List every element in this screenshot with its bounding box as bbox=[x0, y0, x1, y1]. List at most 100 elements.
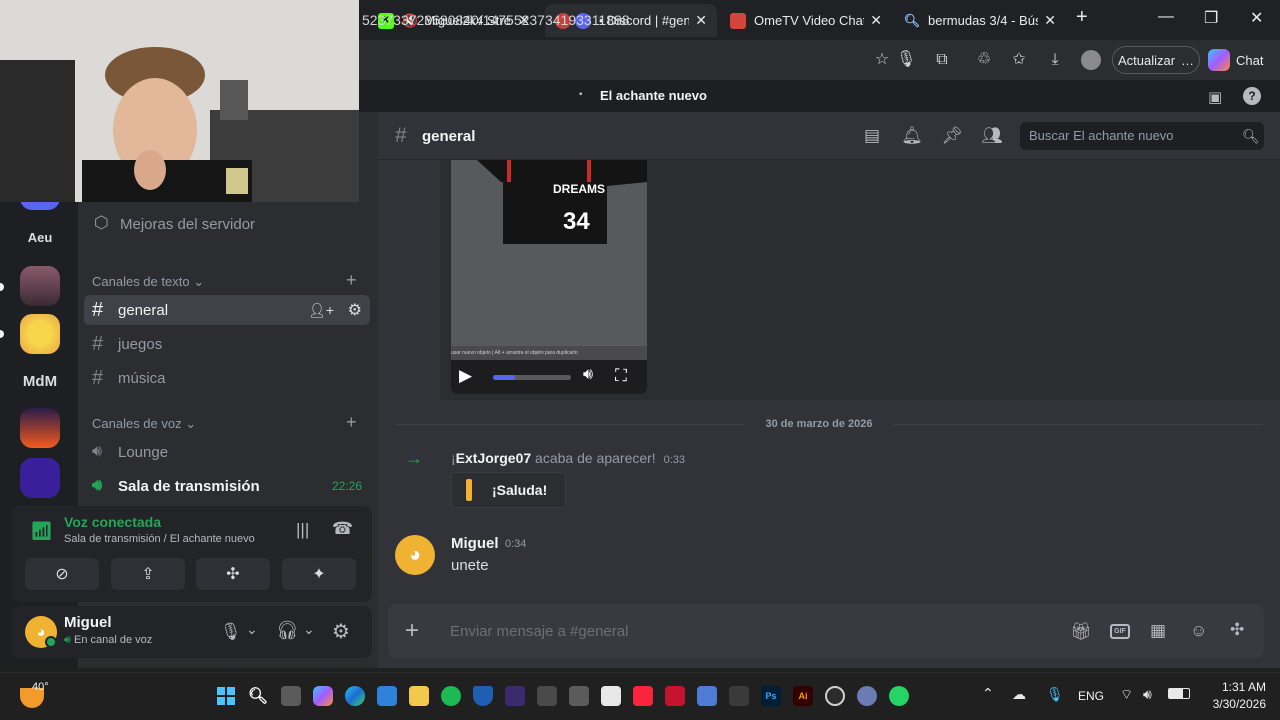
bell-icon[interactable]: 🔔︎ bbox=[901, 126, 923, 148]
threads-icon[interactable]: ▤ bbox=[861, 126, 883, 148]
chevron-down-icon[interactable]: ⌄ bbox=[246, 621, 258, 638]
defender-icon[interactable] bbox=[473, 686, 493, 706]
search-icon[interactable]: 🔍︎ bbox=[248, 686, 268, 706]
inbox-icon[interactable]: ▣ bbox=[1208, 88, 1222, 106]
gift-icon[interactable]: 🎁︎ bbox=[1070, 622, 1092, 642]
server-avatar-4[interactable] bbox=[20, 458, 60, 498]
join-username[interactable]: ExtJorge07 bbox=[456, 450, 531, 466]
mute-mic-icon[interactable]: 🎙︎ bbox=[220, 622, 242, 642]
volume-icon[interactable]: 🔊︎ bbox=[1143, 686, 1152, 703]
members-icon[interactable]: 👥︎ bbox=[981, 126, 1003, 148]
spotify-icon[interactable] bbox=[441, 686, 461, 706]
server-boosts[interactable]: Mejoras del servidor bbox=[120, 216, 255, 233]
avatar[interactable]: ◕ bbox=[395, 535, 435, 575]
user-settings-icon[interactable]: ⚙ bbox=[332, 619, 350, 644]
channel-musica[interactable]: # música bbox=[84, 363, 370, 393]
server-aeu[interactable]: Aeu bbox=[20, 217, 60, 257]
chevron-up-icon[interactable]: ⌃ bbox=[982, 685, 994, 702]
wave-button[interactable]: ¡Saluda! bbox=[451, 472, 566, 508]
task-view-icon[interactable] bbox=[281, 686, 301, 706]
close-icon[interactable]: ✕ bbox=[695, 12, 707, 29]
whatsapp-icon[interactable] bbox=[889, 686, 909, 706]
message-author[interactable]: Miguel bbox=[451, 535, 499, 552]
store-icon[interactable] bbox=[377, 686, 397, 706]
download-icon[interactable]: ⤓ bbox=[1045, 50, 1065, 70]
performance-icon[interactable]: ♲ bbox=[974, 50, 994, 70]
new-tab-button[interactable]: + bbox=[1076, 6, 1088, 29]
channel-sala-transmision[interactable]: 🔊︎ Sala de transmisión 22:26 bbox=[84, 471, 370, 501]
text-category[interactable]: Canales de texto ⌄ bbox=[92, 274, 204, 290]
emoji-icon[interactable]: ☺ bbox=[1190, 621, 1207, 641]
file-explorer-icon[interactable] bbox=[409, 686, 429, 706]
server-avatar-3[interactable] bbox=[20, 408, 60, 448]
screen-share-button[interactable]: ⇪ bbox=[111, 558, 185, 590]
minimize-icon[interactable]: — bbox=[1158, 8, 1174, 26]
photoshop-icon[interactable]: Ps bbox=[761, 686, 781, 706]
start-icon[interactable] bbox=[216, 686, 236, 706]
close-icon[interactable]: ✕ bbox=[1044, 12, 1056, 29]
onedrive-icon[interactable]: ☁ bbox=[1012, 686, 1026, 703]
signal-icon[interactable]: 📶︎ bbox=[30, 521, 53, 542]
music-icon[interactable] bbox=[633, 686, 653, 706]
chevron-down-icon[interactable]: ⌄ bbox=[303, 621, 315, 638]
attach-plus-icon[interactable]: + bbox=[405, 617, 419, 645]
battery-icon[interactable] bbox=[1168, 688, 1190, 699]
illustrator-icon[interactable]: Ai bbox=[793, 686, 813, 706]
edge-icon[interactable] bbox=[345, 686, 365, 706]
gif-icon[interactable]: GIF bbox=[1110, 624, 1130, 639]
disconnect-icon[interactable]: ☎ bbox=[332, 519, 353, 539]
message-input[interactable]: Enviar mensaje a #general bbox=[450, 623, 628, 640]
wifi-icon[interactable]: ⌔ bbox=[1120, 686, 1133, 704]
soundboard-button[interactable]: ✦ bbox=[282, 558, 356, 590]
search-input[interactable]: Buscar El achante nuevo bbox=[1020, 122, 1264, 150]
app-icon-2[interactable] bbox=[537, 686, 557, 706]
activities-button[interactable]: ✣ bbox=[196, 558, 270, 590]
language-indicator[interactable]: ENG bbox=[1078, 689, 1104, 703]
noise-suppression-icon[interactable]: ||| bbox=[296, 520, 309, 540]
server-avatar-1[interactable] bbox=[20, 266, 60, 306]
clock-date[interactable]: 3/30/2026 bbox=[1196, 697, 1266, 711]
microphone-icon[interactable]: 🎙︎ bbox=[1046, 686, 1064, 703]
channel-general[interactable]: # general 👤︎+ ⚙ bbox=[84, 295, 370, 325]
notepad-icon[interactable] bbox=[601, 686, 621, 706]
voice-location[interactable]: Sala de transmisión / El achante nuevo bbox=[64, 533, 255, 545]
pin-icon[interactable]: 📌︎ bbox=[941, 126, 963, 148]
voice-category[interactable]: Canales de voz ⌄ bbox=[92, 416, 196, 432]
copilot-chat-button[interactable]: Chat bbox=[1208, 46, 1272, 74]
volume-icon[interactable]: 🔊︎ bbox=[583, 366, 593, 384]
favorites-icon[interactable]: ✩ bbox=[1009, 50, 1029, 70]
app-icon-3[interactable] bbox=[569, 686, 589, 706]
invite-icon[interactable]: 👤︎+ bbox=[308, 302, 334, 319]
channel-lounge[interactable]: 🔊︎ Lounge bbox=[84, 437, 370, 467]
headphones-icon[interactable]: 🎧︎ bbox=[276, 620, 299, 641]
add-channel-icon[interactable]: + bbox=[346, 270, 357, 291]
add-channel-icon[interactable]: + bbox=[346, 412, 357, 433]
tab-search[interactable]: 🔍︎ bermudas 3/4 - Búsq ✕ bbox=[894, 4, 1066, 37]
netflix-icon[interactable] bbox=[665, 686, 685, 706]
sticker-icon[interactable]: ▦ bbox=[1150, 621, 1166, 641]
apps-icon[interactable]: ✣ bbox=[1230, 620, 1244, 640]
username[interactable]: Miguel bbox=[64, 614, 112, 631]
clock-time[interactable]: 1:31 AM bbox=[1206, 680, 1266, 694]
camera-off-button[interactable]: ⊘ bbox=[25, 558, 99, 590]
close-window-icon[interactable]: ✕ bbox=[1250, 8, 1263, 28]
tab-ometv[interactable]: OmeTV Video Chat – ✕ bbox=[720, 4, 892, 37]
play-icon[interactable]: ▶ bbox=[459, 366, 472, 386]
video-progress[interactable] bbox=[493, 375, 571, 380]
channel-juegos[interactable]: # juegos bbox=[84, 329, 370, 359]
app-icon-1[interactable] bbox=[505, 686, 525, 706]
microphone-icon[interactable]: 🎙︎ bbox=[896, 50, 916, 70]
gear-icon[interactable]: ⚙ bbox=[348, 300, 362, 320]
obs-icon[interactable] bbox=[825, 686, 845, 706]
app-icon-4[interactable] bbox=[697, 686, 717, 706]
url-field[interactable]: 523733723680840/1475523734193311888 bbox=[362, 12, 630, 28]
settings-icon[interactable] bbox=[857, 686, 877, 706]
update-button[interactable]: Actualizar … bbox=[1112, 46, 1200, 74]
extensions-icon[interactable]: ⧉ bbox=[932, 50, 952, 70]
close-icon[interactable]: ✕ bbox=[870, 12, 882, 29]
copilot-icon[interactable] bbox=[313, 686, 333, 706]
fullscreen-icon[interactable]: ⛶ bbox=[615, 366, 627, 386]
server-mdm[interactable]: MdM bbox=[20, 361, 60, 401]
server-avatar-2[interactable] bbox=[20, 314, 60, 354]
weather-temp[interactable]: 40° bbox=[32, 681, 49, 693]
